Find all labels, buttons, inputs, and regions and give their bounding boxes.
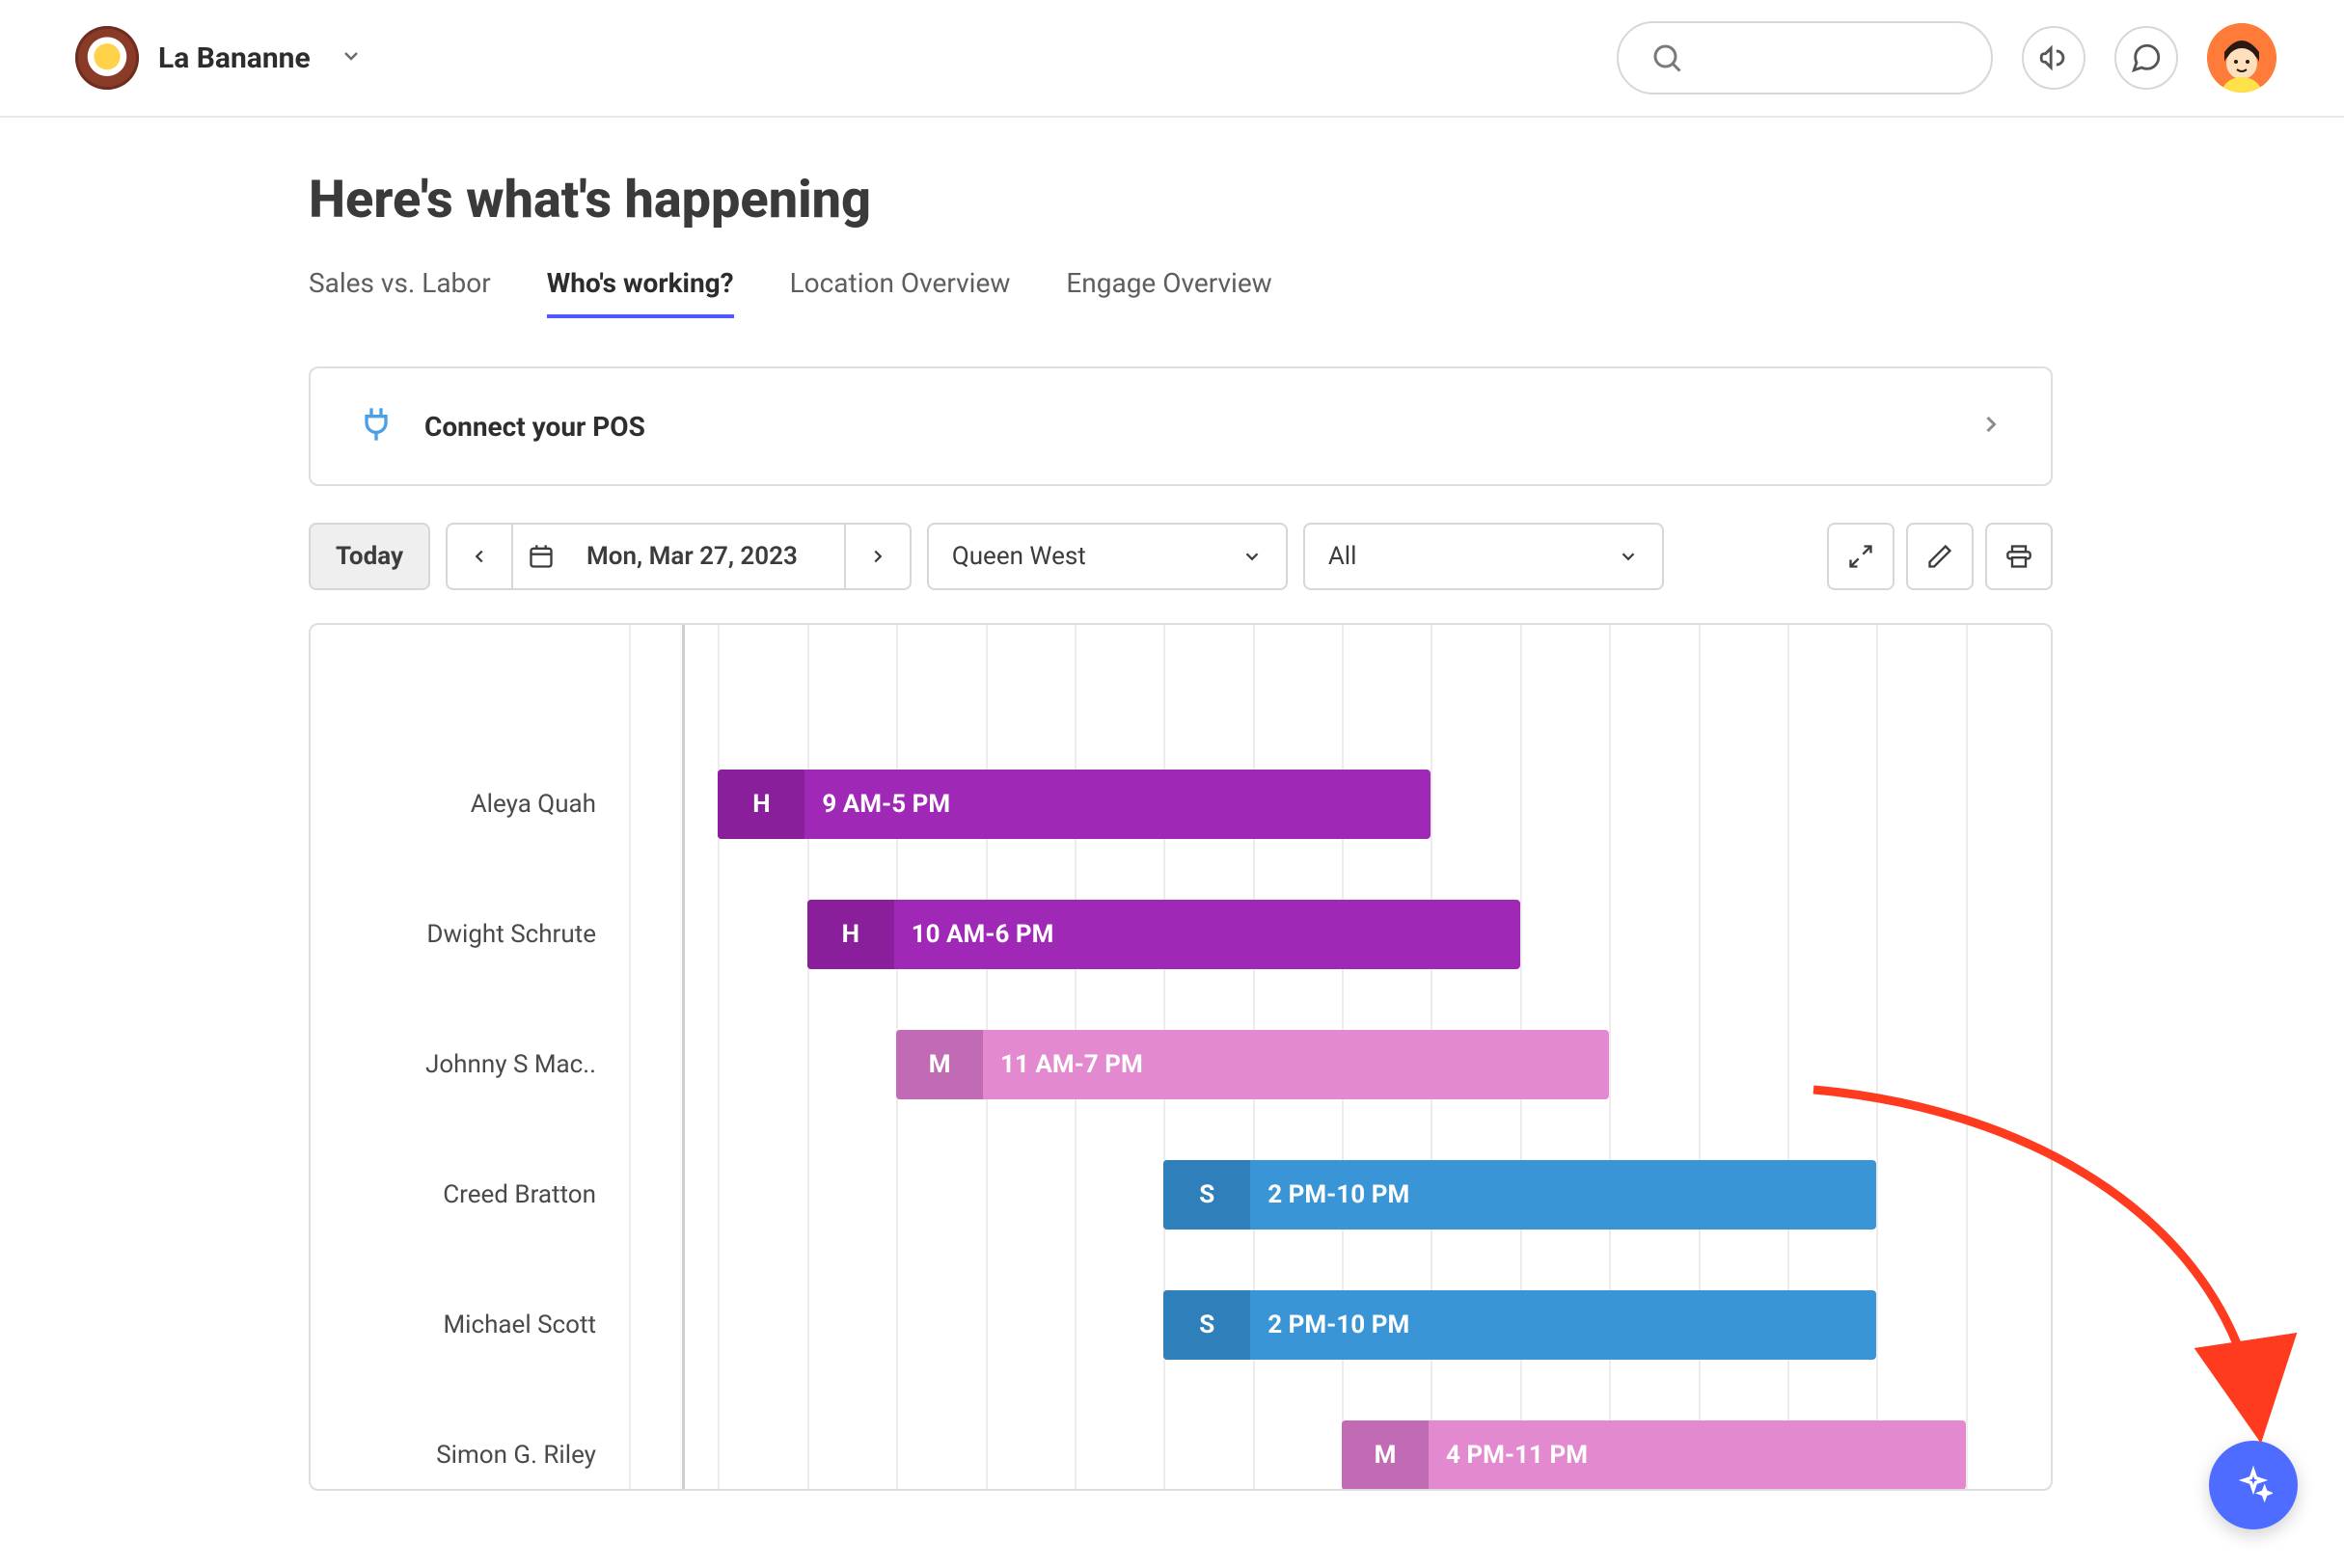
calendar-icon bbox=[528, 543, 555, 570]
timeline-row: Johnny S Mac.. M11 AM-7 PM bbox=[311, 999, 2051, 1129]
shift-time-label: 2 PM-10 PM bbox=[1250, 1180, 1409, 1209]
current-date-label: Mon, Mar 27, 2023 bbox=[569, 542, 844, 571]
shift-time-label: 10 AM-6 PM bbox=[894, 920, 1054, 949]
chevron-right-icon bbox=[867, 546, 888, 567]
shift-role-badge: S bbox=[1163, 1290, 1250, 1360]
print-button[interactable] bbox=[1985, 523, 2053, 590]
search-input[interactable] bbox=[1617, 21, 1993, 95]
assistant-fab[interactable] bbox=[2209, 1441, 2298, 1529]
tab-who[interactable]: Who's working? bbox=[547, 267, 734, 318]
connect-pos-card[interactable]: Connect your POS bbox=[309, 366, 2053, 486]
sparkle-icon bbox=[2234, 1466, 2273, 1504]
chevron-left-icon bbox=[469, 546, 490, 567]
shift-time-label: 4 PM-11 PM bbox=[1429, 1441, 1588, 1470]
chevron-down-icon bbox=[340, 44, 363, 71]
megaphone-icon bbox=[2037, 41, 2070, 74]
chevron-down-icon bbox=[1241, 546, 1263, 567]
chevron-down-icon bbox=[1618, 546, 1639, 567]
timeline-row: Creed Bratton S2 PM-10 PM bbox=[311, 1129, 2051, 1259]
shift-role-badge: M bbox=[896, 1030, 983, 1099]
user-avatar[interactable] bbox=[2207, 23, 2276, 93]
tab-sales[interactable]: Sales vs. Labor bbox=[309, 267, 491, 318]
role-select-value: All bbox=[1328, 542, 1357, 571]
tab-engage[interactable]: Engage Overview bbox=[1066, 267, 1271, 318]
shift-time-label: 2 PM-10 PM bbox=[1250, 1311, 1409, 1339]
shift-timeline: Aleya QuahH9 AM-5 PMDwight SchruteH10 AM… bbox=[309, 623, 2053, 1491]
shift-role-badge: H bbox=[807, 900, 894, 969]
timeline-row: Aleya Quah H9 AM-5 PM bbox=[311, 739, 2051, 869]
plug-icon bbox=[357, 405, 395, 447]
shift-bar[interactable]: H10 AM-6 PM bbox=[807, 900, 1520, 969]
role-select[interactable]: All bbox=[1303, 523, 1664, 590]
header-actions bbox=[1617, 21, 2276, 95]
expand-icon bbox=[1847, 543, 1874, 570]
chat-icon bbox=[2130, 41, 2163, 74]
pencil-icon bbox=[1926, 543, 1953, 570]
tab-location[interactable]: Location Overview bbox=[790, 267, 1011, 318]
shift-time-label: 9 AM-5 PM bbox=[804, 790, 950, 819]
timeline-row: Simon G. Riley M4 PM-11 PM bbox=[311, 1390, 2051, 1491]
page-content: Here's what's happening Sales vs. Labor W… bbox=[0, 118, 2344, 1491]
shift-bar[interactable]: S2 PM-10 PM bbox=[1163, 1290, 1876, 1360]
employee-name: Simon G. Riley bbox=[311, 1390, 629, 1491]
location-select-value: Queen West bbox=[952, 542, 1086, 571]
timeline-row: Dwight Schrute H10 AM-6 PM bbox=[311, 869, 2051, 999]
shift-bar[interactable]: M11 AM-7 PM bbox=[896, 1030, 1609, 1099]
shift-role-badge: H bbox=[718, 770, 804, 839]
shift-time-label: 11 AM-7 PM bbox=[983, 1050, 1143, 1079]
avatar-icon bbox=[2207, 23, 2276, 93]
app-header: La Bananne bbox=[0, 0, 2344, 118]
edit-button[interactable] bbox=[1906, 523, 1974, 590]
employee-name: Creed Bratton bbox=[311, 1129, 629, 1259]
search-icon bbox=[1649, 41, 1684, 75]
print-icon bbox=[2005, 543, 2032, 570]
date-navigator: Mon, Mar 27, 2023 bbox=[446, 523, 912, 590]
shift-bar[interactable]: S2 PM-10 PM bbox=[1163, 1160, 1876, 1230]
prev-day-button[interactable] bbox=[448, 525, 513, 588]
shift-role-badge: S bbox=[1163, 1160, 1250, 1230]
shift-bar[interactable]: H9 AM-5 PM bbox=[718, 770, 1431, 839]
page-title: Here's what's happening bbox=[309, 170, 2344, 230]
brand-logo bbox=[75, 26, 139, 90]
brand-selector[interactable]: La Bananne bbox=[75, 26, 363, 90]
employee-name: Johnny S Mac.. bbox=[311, 999, 629, 1129]
location-select[interactable]: Queen West bbox=[927, 523, 1288, 590]
employee-name: Michael Scott bbox=[311, 1259, 629, 1390]
shift-bar[interactable]: M4 PM-11 PM bbox=[1342, 1420, 1966, 1490]
connect-pos-label: Connect your POS bbox=[424, 411, 645, 443]
today-button[interactable]: Today bbox=[309, 523, 430, 590]
announcements-button[interactable] bbox=[2022, 26, 2085, 90]
calendar-button[interactable] bbox=[513, 525, 569, 588]
brand-name: La Bananne bbox=[158, 41, 311, 75]
shift-role-badge: M bbox=[1342, 1420, 1429, 1490]
employee-name: Dwight Schrute bbox=[311, 869, 629, 999]
employee-name: Aleya Quah bbox=[311, 739, 629, 869]
tabs: Sales vs. Labor Who's working? Location Ov… bbox=[309, 267, 2344, 318]
chevron-right-icon bbox=[1977, 411, 2004, 442]
messages-button[interactable] bbox=[2114, 26, 2178, 90]
expand-button[interactable] bbox=[1827, 523, 1894, 590]
timeline-row: Michael Scott S2 PM-10 PM bbox=[311, 1259, 2051, 1390]
toolbar: Today Mon, Mar 27, 2023 Queen West All bbox=[309, 523, 2053, 590]
next-day-button[interactable] bbox=[844, 525, 910, 588]
